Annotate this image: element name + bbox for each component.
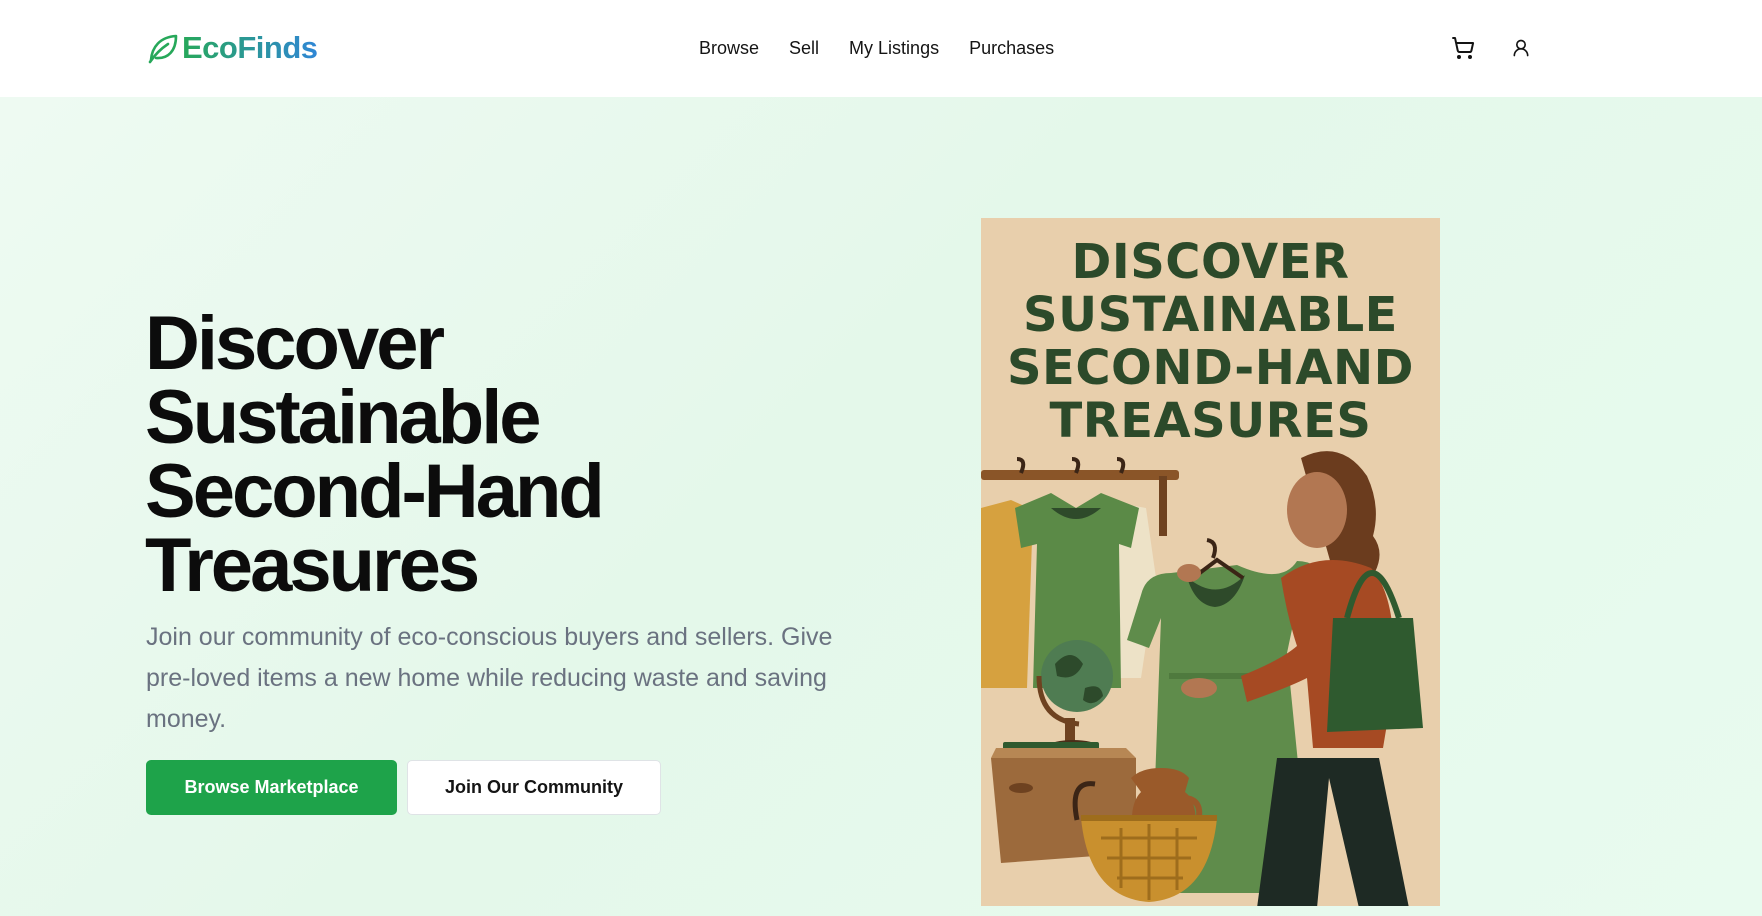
poster-title-line: TREASURES: [1049, 393, 1372, 449]
nav-purchases[interactable]: Purchases: [969, 36, 1054, 60]
poster-title: DISCOVER SUSTAINABLE SECOND-HAND TREASUR…: [981, 236, 1440, 448]
cart-icon: [1452, 37, 1475, 59]
hero-title-line: Sustainable: [145, 375, 542, 460]
nav-browse[interactable]: Browse: [699, 36, 759, 60]
browse-marketplace-button[interactable]: Browse Marketplace: [146, 760, 397, 815]
join-community-button[interactable]: Join Our Community: [407, 760, 661, 815]
user-icon: [1513, 39, 1529, 57]
hero-description: Join our community of eco-conscious buye…: [146, 623, 833, 733]
hero-section: Discover Sustainable Second-Hand Treasur…: [0, 97, 1762, 916]
logo-text: EcoFinds: [182, 30, 318, 65]
poster-title-line: SUSTAINABLE: [1023, 287, 1398, 343]
poster-title-line: SECOND-HAND: [1006, 340, 1415, 396]
poster-title-line: DISCOVER: [1071, 234, 1350, 290]
logo[interactable]: EcoFinds: [146, 30, 318, 66]
hero-title-line: Second-Hand: [145, 449, 605, 534]
hero-title: Discover Sustainable Second-Hand Treasur…: [145, 301, 845, 608]
hero-title-line: Treasures: [145, 523, 480, 608]
hero-title-line: Discover: [145, 301, 445, 386]
site-header: EcoFinds Browse Sell My Listings Purchas…: [0, 0, 1762, 97]
user-button[interactable]: [1507, 34, 1535, 62]
hero-illustration: DISCOVER SUSTAINABLE SECOND-HAND TREASUR…: [981, 218, 1440, 906]
nav-my-listings[interactable]: My Listings: [849, 36, 939, 60]
main-nav: Browse Sell My Listings Purchases: [699, 36, 1054, 60]
cart-button[interactable]: [1449, 34, 1477, 62]
nav-sell[interactable]: Sell: [789, 36, 819, 60]
leaf-icon: [146, 31, 180, 65]
